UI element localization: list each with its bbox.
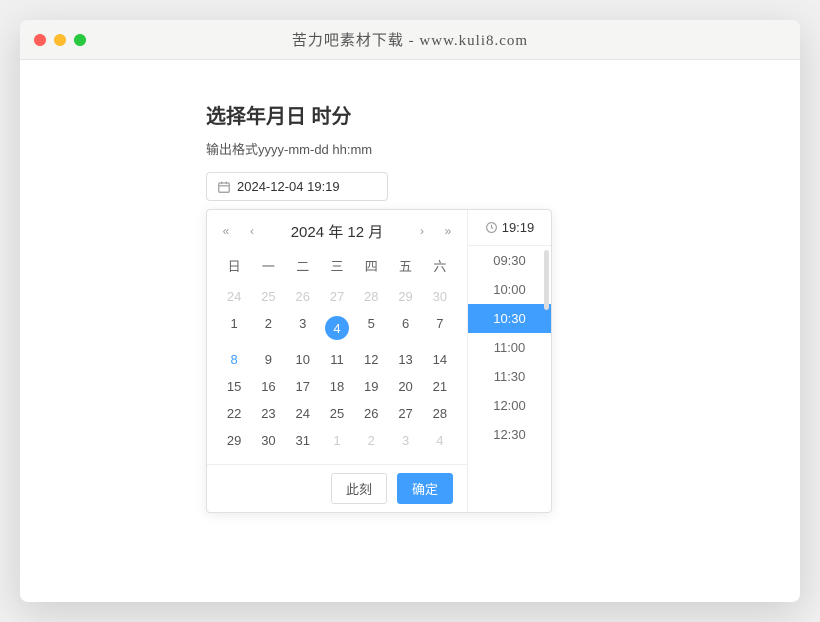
- weekday-label: 一: [251, 252, 285, 279]
- day-cell[interactable]: 30: [423, 283, 457, 310]
- weekday-label: 四: [354, 252, 388, 279]
- time-panel: 19:19 09:3010:0010:3011:0011:3012:0012:3…: [467, 210, 551, 512]
- time-option[interactable]: 09:30: [468, 246, 551, 275]
- weekday-row: 日一二三四五六: [207, 252, 467, 279]
- page-subtitle: 输出格式yyyy-mm-dd hh:mm: [206, 139, 614, 158]
- next-year-button[interactable]: »: [437, 220, 459, 242]
- date-panel: « ‹ 2024 年 12 月 › » 日一二三四五六 242526272829…: [207, 210, 467, 512]
- picker-footer: 此刻 确定: [207, 465, 467, 512]
- day-cell[interactable]: 27: [320, 283, 354, 310]
- day-cell[interactable]: 15: [217, 373, 251, 400]
- day-cell[interactable]: 28: [354, 283, 388, 310]
- time-option[interactable]: 12:30: [468, 420, 551, 449]
- prev-year-button[interactable]: «: [215, 220, 237, 242]
- date-title[interactable]: 2024 年 12 月: [267, 221, 407, 242]
- day-cell[interactable]: 9: [251, 346, 285, 373]
- current-time-label: 19:19: [502, 220, 535, 235]
- weekday-label: 六: [423, 252, 457, 279]
- day-cell[interactable]: 5: [354, 310, 388, 346]
- day-cell[interactable]: 1: [217, 310, 251, 346]
- day-cell[interactable]: 3: [388, 427, 422, 454]
- day-cell[interactable]: 2: [251, 310, 285, 346]
- day-cell[interactable]: 4: [423, 427, 457, 454]
- day-cell[interactable]: 2: [354, 427, 388, 454]
- day-cell[interactable]: 12: [354, 346, 388, 373]
- day-cell[interactable]: 20: [388, 373, 422, 400]
- day-cell[interactable]: 18: [320, 373, 354, 400]
- day-cell[interactable]: 27: [388, 400, 422, 427]
- time-list[interactable]: 09:3010:0010:3011:0011:3012:0012:30: [468, 246, 551, 512]
- content: 选择年月日 时分 输出格式yyyy-mm-dd hh:mm « ‹ 2024 年…: [20, 60, 800, 553]
- date-header: « ‹ 2024 年 12 月 › »: [207, 210, 467, 252]
- weekday-label: 二: [286, 252, 320, 279]
- time-option[interactable]: 11:30: [468, 362, 551, 391]
- clock-icon: [485, 221, 498, 234]
- days-grid: 2425262728293012345678910111213141516171…: [207, 279, 467, 465]
- browser-window: 苦力吧素材下载 - www.kuli8.com 选择年月日 时分 输出格式yyy…: [20, 20, 800, 602]
- day-cell[interactable]: 19: [354, 373, 388, 400]
- time-header[interactable]: 19:19: [468, 210, 551, 246]
- titlebar: 苦力吧素材下载 - www.kuli8.com: [20, 20, 800, 60]
- day-cell[interactable]: 17: [286, 373, 320, 400]
- day-cell[interactable]: 13: [388, 346, 422, 373]
- day-cell[interactable]: 4: [320, 310, 354, 346]
- page-heading: 选择年月日 时分: [206, 100, 614, 129]
- day-cell[interactable]: 28: [423, 400, 457, 427]
- day-cell[interactable]: 23: [251, 400, 285, 427]
- day-cell[interactable]: 29: [217, 427, 251, 454]
- day-cell[interactable]: 3: [286, 310, 320, 346]
- datetime-input-wrap[interactable]: [206, 172, 388, 201]
- day-cell[interactable]: 1: [320, 427, 354, 454]
- weekday-label: 五: [388, 252, 422, 279]
- datetime-picker: « ‹ 2024 年 12 月 › » 日一二三四五六 242526272829…: [206, 209, 552, 513]
- time-option[interactable]: 10:30: [468, 304, 551, 333]
- day-cell[interactable]: 6: [388, 310, 422, 346]
- day-cell[interactable]: 22: [217, 400, 251, 427]
- window-title: 苦力吧素材下载 - www.kuli8.com: [20, 29, 800, 50]
- day-cell[interactable]: 26: [286, 283, 320, 310]
- calendar-icon: [217, 180, 231, 194]
- time-option[interactable]: 11:00: [468, 333, 551, 362]
- day-cell[interactable]: 24: [217, 283, 251, 310]
- day-cell[interactable]: 29: [388, 283, 422, 310]
- day-cell[interactable]: 31: [286, 427, 320, 454]
- day-cell[interactable]: 26: [354, 400, 388, 427]
- day-cell[interactable]: 24: [286, 400, 320, 427]
- prev-month-button[interactable]: ‹: [241, 220, 263, 242]
- day-cell[interactable]: 30: [251, 427, 285, 454]
- weekday-label: 三: [320, 252, 354, 279]
- day-cell[interactable]: 10: [286, 346, 320, 373]
- day-cell[interactable]: 25: [251, 283, 285, 310]
- day-cell[interactable]: 11: [320, 346, 354, 373]
- now-button[interactable]: 此刻: [331, 473, 387, 504]
- weekday-label: 日: [217, 252, 251, 279]
- day-cell[interactable]: 7: [423, 310, 457, 346]
- time-option[interactable]: 10:00: [468, 275, 551, 304]
- time-scrollbar[interactable]: [544, 250, 549, 310]
- day-cell[interactable]: 25: [320, 400, 354, 427]
- datetime-input[interactable]: [237, 179, 377, 194]
- time-option[interactable]: 12:00: [468, 391, 551, 420]
- day-cell[interactable]: 16: [251, 373, 285, 400]
- next-month-button[interactable]: ›: [411, 220, 433, 242]
- confirm-button[interactable]: 确定: [397, 473, 453, 504]
- day-cell[interactable]: 21: [423, 373, 457, 400]
- day-cell[interactable]: 8: [217, 346, 251, 373]
- day-cell[interactable]: 14: [423, 346, 457, 373]
